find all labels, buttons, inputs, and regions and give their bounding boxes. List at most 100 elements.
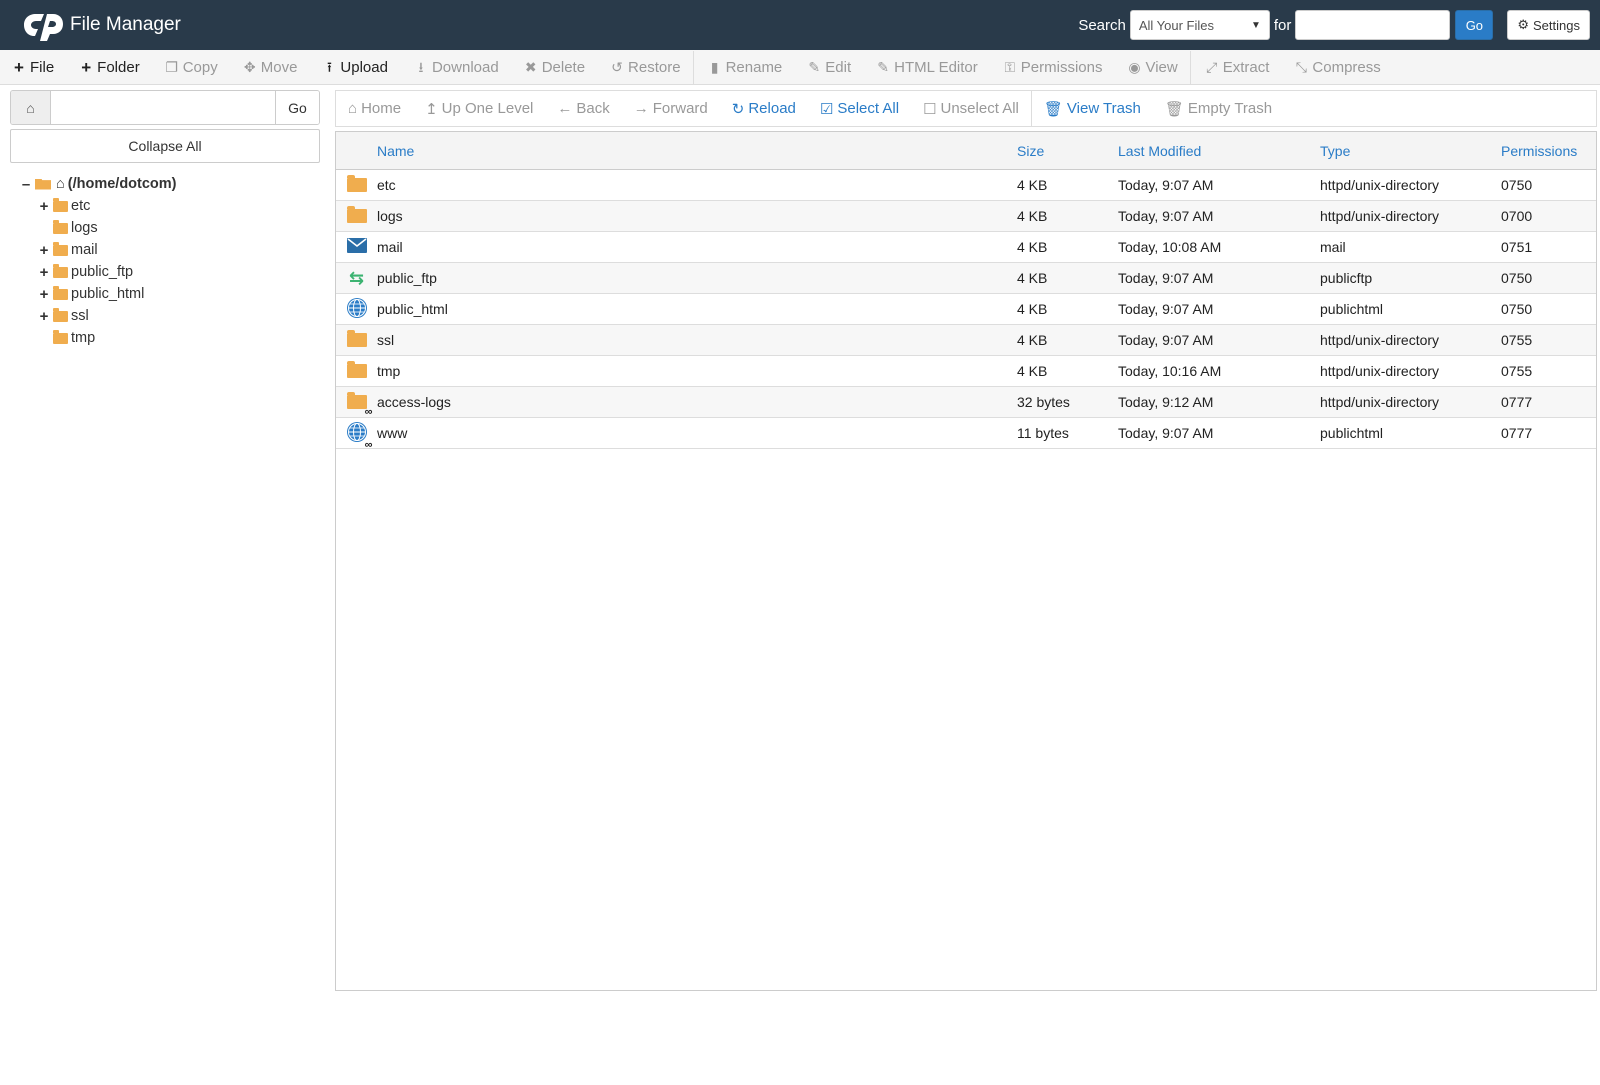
tree-item-logs[interactable]: logs [20,217,320,239]
permissions-cell: 0777 [1501,425,1533,441]
permissions-button[interactable]: ⚿ Permissions [995,50,1111,85]
file-table: Name Size Last Modified Type Permissions… [335,131,1597,991]
column-header-size[interactable]: Size [1017,143,1118,159]
search-go-button[interactable]: Go [1455,10,1494,40]
table-row[interactable]: ∞ access-logs 32 bytes Today, 9:12 AM httpd/… [336,387,1596,418]
type-cell: httpd/unix-directory [1320,394,1440,410]
search-input[interactable] [1295,10,1451,40]
size-cell: 32 bytes [1017,394,1070,410]
back-button[interactable]: ← Back [551,100,615,117]
forward-button[interactable]: → Forward [628,100,714,117]
folder-icon [53,219,68,234]
view-button[interactable]: ◉ View [1119,50,1185,85]
pencil-icon: ✎ [808,59,821,75]
globe-link-icon: ∞ [346,421,373,451]
tree-item-public-html[interactable]: + public_html [20,283,320,305]
tree-item-public-ftp[interactable]: + public_ftp [20,261,320,283]
download-button[interactable]: ⭳ Download [406,50,507,85]
column-header-permissions[interactable]: Permissions [1501,143,1596,159]
download-icon: ⭳ [418,59,424,75]
chevron-down-icon: ▼ [1250,19,1261,31]
move-button[interactable]: ✥ Move [235,50,306,85]
delete-button[interactable]: ✖ Delete [516,50,593,85]
folder-icon [53,241,68,256]
home-icon[interactable]: ⌂ [11,91,51,124]
size-cell: 4 KB [1017,301,1048,317]
size-cell: 4 KB [1017,208,1048,224]
search-scope-select[interactable]: All Your Files ▼ [1129,10,1270,40]
tree-item-etc[interactable]: + etc [20,195,320,217]
expand-toggle-icon[interactable]: + [38,242,50,259]
view-label: View [1145,58,1178,76]
table-row[interactable]: tmp 4 KB Today, 10:16 AM httpd/unix-directo… [336,356,1596,387]
tree-item-tmp[interactable]: tmp [20,327,320,349]
restore-button[interactable]: ↺ Restore [602,50,689,85]
permissions-cell: 0777 [1501,394,1533,410]
last-modified-cell: Today, 9:07 AM [1118,208,1214,224]
expand-toggle-icon[interactable]: + [38,286,50,303]
html-editor-button[interactable]: ✎ HTML Editor [868,50,986,85]
path-input[interactable] [51,91,275,124]
table-row[interactable]: mail 4 KB Today, 10:08 AM mail 0751 [336,232,1596,263]
new-file-button[interactable]: + File [4,50,62,85]
edit-button[interactable]: ✎ Edit [799,50,859,85]
file-name-cell: mail [377,239,403,255]
table-row[interactable]: logs 4 KB Today, 9:07 AM httpd/unix-directo… [336,201,1596,232]
last-modified-cell: Today, 9:07 AM [1118,177,1214,193]
trash-icon: 🗑 [1164,100,1184,118]
globe-icon [346,297,367,321]
upload-button[interactable]: ⭱ Upload [314,50,396,85]
reload-button[interactable]: ↻ Reload [726,100,802,118]
rename-button[interactable]: ▮ Rename [700,50,791,85]
table-row[interactable]: etc 4 KB Today, 9:07 AM httpd/unix-director… [336,170,1596,201]
unselect-all-button[interactable]: ☐ Unselect All [917,100,1025,118]
toolbar-divider [692,50,694,84]
column-header-name[interactable]: Name [377,143,1017,159]
empty-trash-button[interactable]: 🗑 Empty Trash [1159,100,1278,118]
settings-button[interactable]: ⚙ Settings [1507,10,1590,40]
row-icon-cell [336,361,377,381]
new-file-label: File [30,58,55,76]
copy-button[interactable]: ❐ Copy [157,50,226,85]
tree-item-label: mail [71,242,98,258]
column-header-type[interactable]: Type [1320,143,1501,159]
table-row[interactable]: ⇆ public_ftp 4 KB Today, 9:07 AM publicftp 07… [336,263,1596,294]
expand-toggle-icon[interactable]: + [38,198,50,215]
compress-icon: ⤡ [1295,59,1307,75]
empty-checkbox-icon: ☐ [923,100,937,118]
expand-icon: ⤢ [1206,59,1218,75]
tree-item-mail[interactable]: + mail [20,239,320,261]
tree-item-label: tmp [71,330,96,346]
extract-button[interactable]: ⤢ Extract [1197,50,1278,85]
tree-root[interactable]: – ⌂ (/home/dotcom) [20,173,320,195]
new-folder-button[interactable]: + Folder [71,50,148,85]
home-button[interactable]: ⌂ Home [342,100,407,117]
type-cell: httpd/unix-directory [1320,363,1440,379]
select-all-button[interactable]: ☑ Select All [814,100,905,118]
download-label: Download [431,58,499,76]
type-cell: mail [1320,239,1346,255]
nav-divider [1030,91,1032,126]
view-trash-button[interactable]: 🗑 View Trash [1038,100,1147,118]
tree-item-ssl[interactable]: + ssl [20,305,320,327]
table-row[interactable]: ∞ www 11 bytes Today, 9:07 AM publichtml 0777 [336,418,1596,451]
column-header-last-modified[interactable]: Last Modified [1118,143,1320,159]
table-row[interactable]: ssl 4 KB Today, 9:07 AM httpd/unix-director… [336,325,1596,356]
file-list-pane: ⌂ Home ↥ Up One Level ← Back → Forward ↻… [335,90,1597,991]
refresh-icon: ↻ [731,100,745,118]
tree-item-label: public_html [71,286,145,302]
collapse-toggle-icon[interactable]: – [20,176,32,193]
unselect-all-label: Unselect All [940,100,1019,117]
up-one-level-button[interactable]: ↥ Up One Level [419,100,539,118]
expand-toggle-icon[interactable]: + [38,264,50,281]
permissions-cell: 0750 [1501,270,1533,286]
cpanel-logo[interactable]: File Manager [20,9,181,41]
select-all-label: Select All [837,100,900,117]
expand-toggle-icon[interactable]: + [38,308,50,325]
table-row[interactable]: public_html 4 KB Today, 9:07 AM publichtml 0… [336,294,1596,325]
toolbar-divider [1189,50,1191,84]
last-modified-cell: Today, 9:07 AM [1118,301,1214,317]
collapse-all-button[interactable]: Collapse All [10,129,320,163]
compress-button[interactable]: ⤡ Compress [1286,50,1388,85]
path-go-button[interactable]: Go [275,91,319,124]
